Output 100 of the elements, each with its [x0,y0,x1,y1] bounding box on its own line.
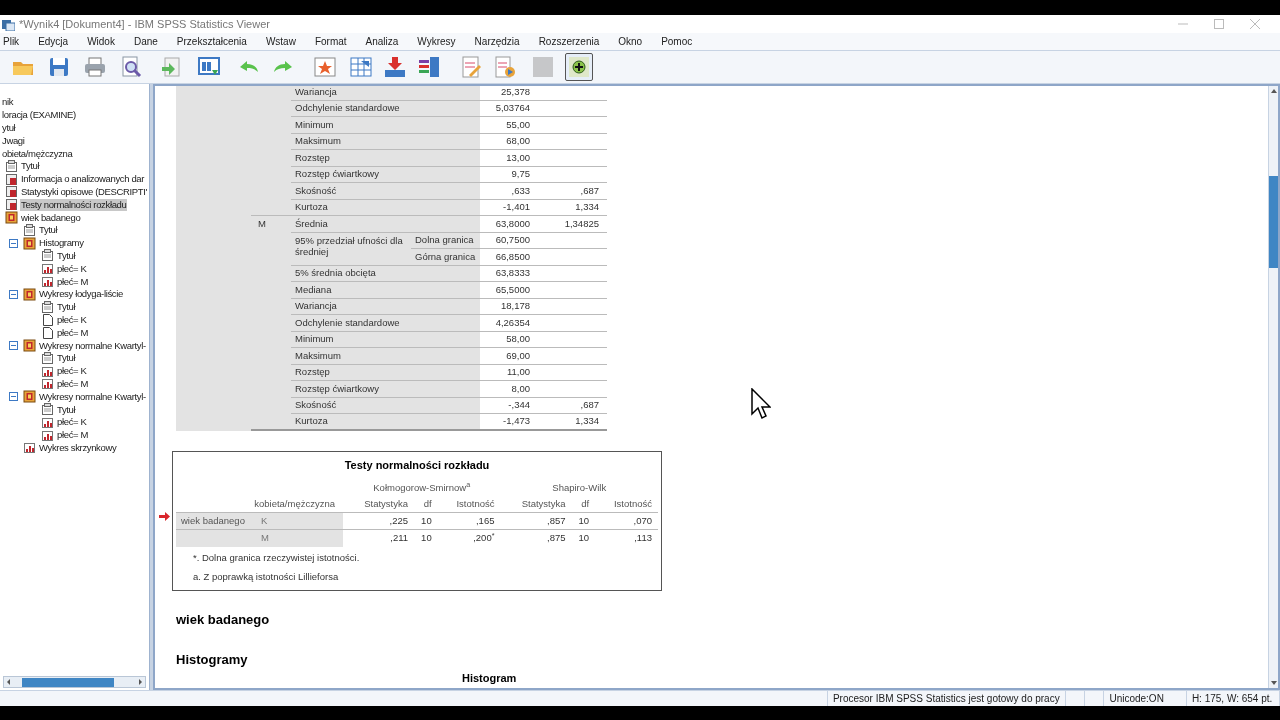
menu-item[interactable]: Format [314,34,347,49]
table-cell: 25,378 [480,86,534,100]
footnote: a. Z poprawką istotności Lillieforsa [192,569,340,584]
column-group-header: Kołmogorow-Smirnow$^{a}$ [372,480,472,495]
outline-item[interactable]: Wykresy normalne Kwartyl- [38,390,147,403]
outline-item[interactable]: płeć= K [56,262,88,275]
collapse-icon[interactable] [9,392,18,402]
scrollbar-thumb[interactable] [22,677,114,687]
page-icon [23,223,36,237]
menu-item[interactable]: Plik [3,34,20,49]
menu-item[interactable]: Widok [87,34,115,49]
book-icon [23,390,36,404]
outline-item[interactable]: Wykres skrzynkowy [38,441,118,454]
chart-icon [41,377,54,391]
table-cell: 55,00 [480,116,534,133]
page-icon [41,351,54,365]
collapse-icon[interactable] [9,341,18,351]
maximize-icon[interactable] [1214,19,1224,29]
collapse-icon[interactable] [9,289,18,299]
book-icon [23,339,36,353]
menu-item[interactable]: Dane [133,34,158,49]
table-cell: 58,00 [480,331,534,348]
chart-icon [41,275,54,289]
outline-item[interactable]: ytuł [1,122,17,134]
menu-item[interactable]: Wstaw [265,34,296,49]
chart-icon [41,262,54,276]
table-arrow-icon [349,55,373,79]
column-header: df [571,495,596,513]
toolbar-button[interactable] [565,53,593,81]
table-cell: ,211 [343,529,415,547]
outline-item[interactable]: Tytuł [56,352,77,365]
outline-item[interactable]: Tytuł [56,249,77,262]
outline-item[interactable]: Tytuł [56,301,77,314]
outline-item[interactable]: Informacja o analizowanych dar [20,173,146,186]
outline-item[interactable]: wiek badanego [20,211,82,224]
outline-item[interactable]: płeć= K [56,365,88,378]
outline-item[interactable]: płeć= M [56,429,90,442]
outline-item[interactable]: Tytuł [20,160,41,173]
table-cell: 8,00 [480,380,534,397]
outline-item[interactable]: płeć= M [56,275,90,288]
row-label: Rozstęp [291,364,480,381]
document-icon [41,313,54,327]
menu-item[interactable]: Przekształcenia [176,34,247,49]
row-label: Mediana [291,281,480,298]
column-header: Istotność [595,495,658,513]
outline-item[interactable]: nik [1,96,15,109]
page-icon [41,249,54,263]
menu-item[interactable]: Pomoc [661,34,693,49]
row-label: Kurtoza [291,199,480,216]
outline-item[interactable]: płeć= M [56,377,90,390]
chart-icon [41,415,54,429]
scrollbar-thumb[interactable] [1269,176,1278,268]
row-label: Dolna granica [411,232,480,249]
row-label: Maksimum [291,347,480,364]
outline-item[interactable]: Jwagi [1,134,26,147]
row-label: Rozstęp [291,149,480,166]
outline-item[interactable]: Wykresy normalne Kwartyl- [38,339,147,352]
outline-item[interactable]: Testy normalności rozkładu [20,198,128,211]
log-icon [5,185,18,199]
table-cell: 65,5000 [480,281,534,298]
menu-item[interactable]: Wykresy [417,34,456,49]
outline-item[interactable]: obieta/mężczyzna [1,147,74,160]
table-cell: 5,03764 [480,100,534,117]
outline-item[interactable]: Wykresy łodyga-liście [38,288,124,301]
outline-item[interactable]: Tytuł [56,403,77,416]
menu-item[interactable]: Okno [618,34,643,49]
row-label: Wariancja [291,298,480,315]
close-icon[interactable] [1250,19,1260,29]
table-cell: 60,7500 [480,232,534,249]
menu-item[interactable]: Analiza [365,34,399,49]
collapse-icon[interactable] [9,238,18,248]
column-group-header: Shapiro-Wilk [551,480,608,495]
table-cell: 1,334 [534,199,607,216]
book-icon [23,236,36,250]
outline-item[interactable]: płeć= K [56,416,88,429]
menu-item[interactable]: Narzędzia [474,34,520,49]
outline-item[interactable]: Tytuł [38,224,59,237]
outline-item[interactable]: Histogramy [38,237,85,250]
table-cell: ,225 [343,512,415,530]
table-cell: ,875 [500,529,572,547]
vertical-scrollbar[interactable] [1268,86,1278,688]
table-cell: 68,00 [480,133,534,150]
table-cell: 9,75 [480,166,534,183]
table-cell: 10 [414,512,438,530]
blank-square-icon [531,55,555,79]
outline-item[interactable]: płeć= M [56,326,90,339]
horizontal-scrollbar[interactable] [3,676,146,688]
menu-item[interactable]: Rozszerzenia [538,34,600,49]
table-cell: 13,00 [480,149,534,166]
outline-item[interactable]: płeć= K [56,313,88,326]
outline-item[interactable]: loracja (EXAMINE) [1,109,77,122]
chart-icon [23,441,36,455]
outline-item[interactable]: Statystyki opisowe (DESCRIPTI' [20,185,148,198]
column-header: Istotność [437,495,501,513]
table-cell: 18,178 [480,298,534,315]
table-cell: ,857 [500,512,572,530]
page-icon [41,300,54,314]
menu-item[interactable]: Edycja [38,34,69,49]
document-play-icon [493,55,517,79]
row-label: 5% średnia obcięta [291,265,480,282]
